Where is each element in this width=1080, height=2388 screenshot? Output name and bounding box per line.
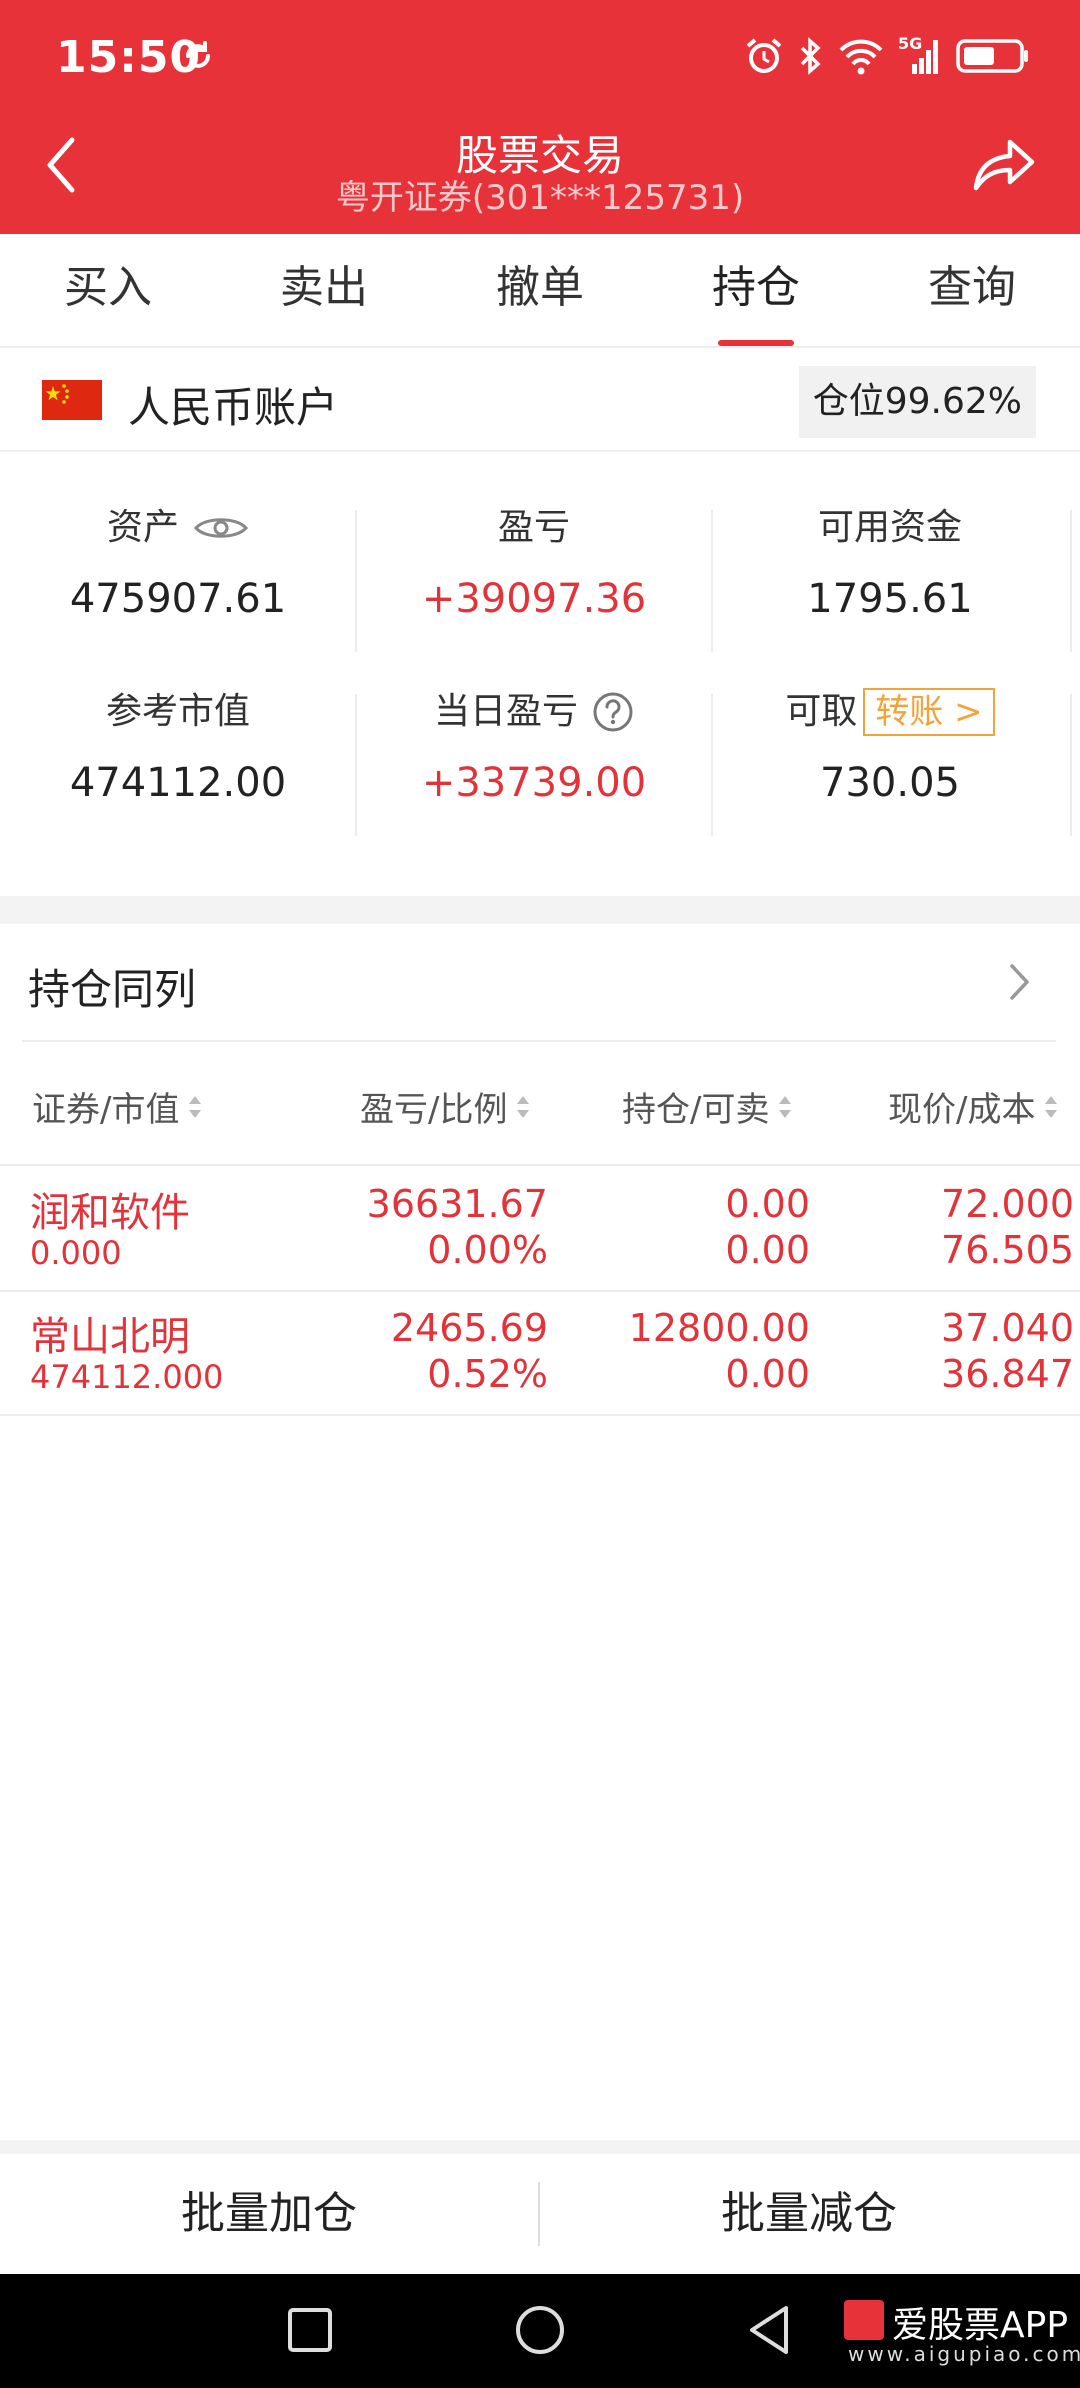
security-cost: 76.505: [941, 1228, 1074, 1272]
app-logo-icon: [844, 2300, 884, 2340]
holdings-column-headers: 证券/市值 盈亏/比例 持仓/可卖 现价/成本: [0, 1042, 1080, 1166]
wifi-icon: [839, 39, 883, 75]
sort-icon: [779, 1095, 792, 1118]
section-divider: [0, 896, 1080, 924]
available-funds-value: 1795.61: [807, 576, 973, 622]
withdrawable-cell: 可取 转账 > 730.05: [712, 684, 1068, 834]
security-pnl: 36631.67: [366, 1182, 548, 1226]
watermark-name: 爱股票APP: [892, 2305, 1069, 2346]
table-row[interactable]: 常山北明 474112.000 2465.69 0.52% 12800.00 0…: [0, 1292, 1080, 1416]
security-pnl-ratio: 0.00%: [427, 1228, 548, 1272]
pnl-value: +39097.36: [421, 576, 647, 622]
alarm-icon: [746, 38, 782, 73]
sort-icon: [517, 1095, 530, 1118]
home-icon[interactable]: [512, 2302, 568, 2358]
app-header: 15:50 5G 股票交易 粤开证券(301***125731): [0, 0, 1080, 234]
recent-apps-icon[interactable]: [282, 2302, 338, 2358]
security-market-value: 474112.000: [30, 1358, 224, 1396]
column-divider: [1070, 510, 1072, 652]
column-divider: [355, 510, 357, 652]
daily-pnl-label: 当日盈亏: [433, 691, 578, 732]
chevron-right-icon[interactable]: [1004, 960, 1034, 1004]
column-divider: [1070, 694, 1072, 836]
market-value-cell: 参考市值 474112.00: [0, 684, 356, 834]
table-row[interactable]: 润和软件 0.000 36631.67 0.00% 0.00 0.00 72.0…: [0, 1168, 1080, 1292]
tab-positions[interactable]: 持仓: [648, 234, 864, 346]
security-pnl: 2465.69: [390, 1306, 548, 1350]
column-divider: [711, 694, 713, 836]
watermark-url: www.aigupiao.com: [848, 2342, 1080, 2366]
security-cost: 36.847: [941, 1352, 1074, 1396]
transfer-button[interactable]: 转账 >: [863, 688, 995, 736]
security-market-value: 0.000: [30, 1234, 122, 1272]
holdings-header[interactable]: 持仓同列: [0, 924, 1080, 1042]
assets-value: 475907.61: [69, 576, 287, 622]
sync-icon: [186, 41, 210, 68]
status-icons: 5G: [744, 34, 1030, 78]
section-divider: [0, 2140, 1080, 2154]
assets-label: 资产: [106, 507, 179, 548]
col-header-security[interactable]: 证券/市值: [32, 1082, 203, 1131]
security-price: 72.000: [941, 1182, 1074, 1226]
sort-icon: [189, 1095, 202, 1118]
pnl-label: 盈亏: [497, 507, 570, 548]
account-bar: 人民币账户 仓位99.62%: [0, 348, 1080, 452]
batch-add-button[interactable]: 批量加仓: [0, 2154, 538, 2274]
assets-cell: 资产 475907.61: [0, 500, 356, 650]
col-header-pnl[interactable]: 盈亏/比例: [360, 1082, 531, 1131]
withdrawable-value: 730.05: [820, 760, 960, 806]
tab-sell[interactable]: 卖出: [216, 234, 432, 346]
battery-icon: [956, 39, 1028, 73]
china-flag-icon: [42, 380, 102, 420]
tab-query[interactable]: 查询: [864, 234, 1080, 346]
broker-account-subtitle: 粤开证券(301***125731): [335, 178, 745, 218]
col-header-price[interactable]: 现价/成本: [888, 1082, 1059, 1131]
status-bar: 15:50 5G: [0, 0, 1080, 120]
holdings-title: 持仓同列: [28, 965, 197, 1014]
trade-tabs: 买入 卖出 撤单 持仓 查询: [0, 234, 1080, 348]
position-ratio-badge: 仓位99.62%: [798, 366, 1036, 438]
available-funds-cell: 可用资金 1795.61: [712, 500, 1068, 650]
security-pnl-ratio: 0.52%: [427, 1352, 548, 1396]
help-icon[interactable]: [592, 691, 634, 733]
account-label: 人民币账户: [128, 383, 339, 432]
column-divider: [355, 694, 357, 836]
column-divider: [711, 510, 713, 652]
daily-pnl-cell: 当日盈亏 +33739.00: [356, 684, 712, 834]
security-sellable: 0.00: [725, 1352, 810, 1396]
share-button[interactable]: [972, 136, 1036, 192]
security-price: 37.040: [941, 1306, 1074, 1350]
sort-icon: [1045, 1095, 1058, 1118]
nav-back-icon[interactable]: [742, 2302, 798, 2358]
tab-buy[interactable]: 买入: [0, 234, 216, 346]
security-holding: 0.00: [725, 1182, 810, 1226]
batch-reduce-button[interactable]: 批量减仓: [540, 2154, 1078, 2274]
security-sellable: 0.00: [725, 1228, 810, 1272]
tab-cancel-order[interactable]: 撤单: [432, 234, 648, 346]
daily-pnl-value: +33739.00: [421, 760, 647, 806]
security-name: 常山北明: [30, 1314, 190, 1360]
account-summary: 资产 475907.61 盈亏 +39097.36 可用资金 1795.61 参…: [0, 500, 1080, 850]
market-value-label: 参考市值: [105, 691, 250, 732]
security-holding: 12800.00: [628, 1306, 810, 1350]
pnl-cell: 盈亏 +39097.36: [356, 500, 712, 650]
eye-icon[interactable]: [193, 512, 249, 544]
bluetooth-icon: [800, 37, 821, 75]
bottom-action-bar: 批量加仓 批量减仓: [0, 2154, 1080, 2274]
market-value-value: 474112.00: [69, 760, 287, 806]
cellular-signal-icon: 5G: [898, 34, 942, 76]
col-header-holding[interactable]: 持仓/可卖: [622, 1082, 793, 1131]
available-funds-label: 可用资金: [817, 507, 962, 548]
security-name: 润和软件: [30, 1190, 190, 1236]
watermark: 爱股票APP www.aigupiao.com: [844, 2290, 1080, 2370]
withdrawable-label: 可取: [785, 691, 858, 732]
